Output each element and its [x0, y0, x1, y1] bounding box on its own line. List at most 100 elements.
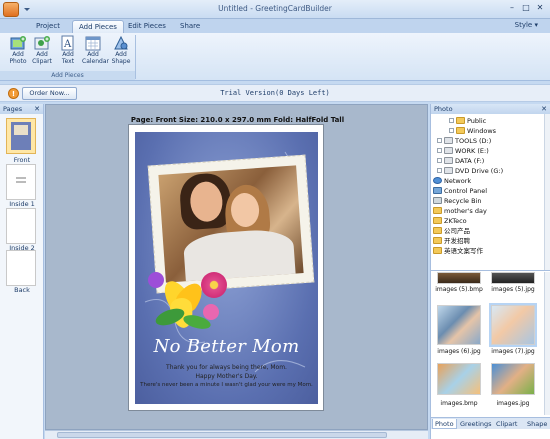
- gallery-thumb[interactable]: [437, 305, 481, 345]
- card-page[interactable]: No Better Mom Thank you for always being…: [128, 124, 324, 411]
- style-menu[interactable]: Style ▾: [515, 21, 538, 29]
- tree-item-label: TOOLS (D:): [455, 137, 492, 145]
- recycle-bin-icon: [433, 197, 442, 204]
- tree-item[interactable]: Network: [433, 177, 471, 186]
- window-title: Untitled - GreetingCardBuilder: [218, 4, 332, 13]
- maximize-button[interactable]: □: [519, 2, 533, 13]
- gallery-label: images.bmp: [440, 400, 478, 407]
- folder-tree[interactable]: Public Windows TOOLS (D:) WORK (E:) DATA…: [431, 114, 550, 271]
- tree-item[interactable]: ZKTeco: [433, 217, 467, 226]
- tree-item-label: 公司产品: [444, 227, 470, 235]
- tree-item[interactable]: 公司产品: [433, 227, 470, 236]
- ribbon-group-separator: [135, 35, 136, 79]
- tab-clipart[interactable]: Clipart: [494, 419, 519, 429]
- pages-panel: Pages ✕ Front Inside 1 Inside 2 Back: [0, 104, 44, 439]
- trial-bar: ! Order Now... Trial Version(0 Days Left…: [0, 84, 550, 102]
- drive-icon: [444, 137, 453, 144]
- tree-item[interactable]: Windows: [449, 127, 496, 136]
- tree-item-label: 开发招聘: [444, 237, 470, 245]
- trial-message: Trial Version(0 Days Left): [220, 89, 330, 97]
- page-thumb-inside-2[interactable]: [6, 208, 36, 244]
- add-text-button[interactable]: A Add Text: [57, 35, 79, 65]
- card-message-line-3[interactable]: There's never been a minute I wasn't gla…: [135, 382, 318, 388]
- tab-greetings[interactable]: Greetings: [458, 419, 494, 429]
- add-clipart-button[interactable]: Add Clipart: [31, 35, 53, 65]
- tree-item[interactable]: WORK (E:): [437, 147, 489, 156]
- tree-item-label: Control Panel: [444, 187, 488, 195]
- network-icon: [433, 177, 442, 184]
- card-title[interactable]: No Better Mom: [135, 336, 318, 357]
- folder-icon: [433, 217, 442, 224]
- tree-item[interactable]: Public: [449, 117, 486, 126]
- flower-bouquet-clipart[interactable]: [143, 262, 243, 342]
- folder-icon: [433, 237, 442, 244]
- add-calendar-icon: [85, 35, 101, 51]
- tree-item[interactable]: DATA (F:): [437, 157, 484, 166]
- add-calendar-label2: Calendar: [82, 57, 109, 65]
- tree-item[interactable]: Control Panel: [433, 187, 487, 196]
- ribbon-tabs: Project Add Pieces Edit Pieces Share Sty…: [0, 19, 550, 33]
- gallery-thumb[interactable]: [489, 303, 537, 347]
- tree-item-label: DVD Drive (G:): [455, 167, 504, 175]
- gallery-thumb[interactable]: [437, 363, 481, 395]
- add-photo-label2: Photo: [9, 57, 27, 65]
- add-photo-icon: [10, 35, 26, 51]
- tree-item-label: DATA (F:): [455, 157, 485, 165]
- page-label-back: Back: [14, 286, 30, 294]
- svg-text:A: A: [63, 39, 72, 50]
- close-icon[interactable]: ✕: [34, 104, 40, 114]
- page-label-front: Front: [13, 156, 31, 164]
- close-icon[interactable]: ✕: [541, 104, 547, 114]
- title-bar: Untitled - GreetingCardBuilder – □ ✕: [0, 0, 550, 19]
- design-canvas[interactable]: Page: Front Size: 210.0 x 297.0 mm Fold:…: [45, 104, 428, 430]
- close-button[interactable]: ✕: [533, 2, 547, 13]
- tree-item[interactable]: 开发招聘: [433, 237, 470, 246]
- tree-item[interactable]: DVD Drive (G:): [437, 167, 503, 176]
- minimize-button[interactable]: –: [505, 2, 519, 13]
- folder-icon: [433, 247, 442, 254]
- add-photo-button[interactable]: Add Photo: [7, 35, 29, 65]
- tree-item-label: 英语文案写作: [444, 247, 483, 255]
- gallery-label: images (6).jpg: [437, 348, 481, 355]
- tree-item[interactable]: TOOLS (D:): [437, 137, 491, 146]
- add-shape-button[interactable]: Add Shape: [110, 35, 132, 65]
- gallery-thumb[interactable]: [491, 363, 535, 395]
- tree-item[interactable]: mother's day: [433, 207, 487, 216]
- gallery-thumb[interactable]: [437, 272, 481, 284]
- tree-item[interactable]: 英语文案写作: [433, 247, 483, 256]
- gallery-label: images.jpg: [496, 400, 530, 407]
- tab-project[interactable]: Project: [30, 20, 66, 33]
- add-clipart-icon: [34, 35, 50, 51]
- photo-panel-title: Photo: [434, 105, 453, 113]
- page-thumb-front[interactable]: [6, 118, 36, 154]
- tab-add-pieces[interactable]: Add Pieces: [72, 20, 124, 33]
- photo-gallery[interactable]: images (5).bmp images (5).jpg images (6)…: [431, 272, 544, 415]
- tree-item-label: Public: [467, 117, 487, 125]
- card-message-line-1[interactable]: Thank you for always being there, Mom.: [135, 364, 318, 371]
- add-text-label2: Text: [61, 57, 75, 65]
- gallery-label: images (7).jpg: [491, 348, 535, 355]
- gallery-thumb[interactable]: [491, 272, 535, 284]
- tree-item-label: Windows: [467, 127, 497, 135]
- add-text-icon: A: [60, 35, 76, 51]
- add-calendar-button[interactable]: Add Calendar: [82, 35, 109, 65]
- folder-icon: [456, 117, 465, 124]
- canvas-horizontal-scrollbar[interactable]: [45, 430, 428, 439]
- gallery-vertical-scrollbar[interactable]: [544, 272, 550, 415]
- tab-edit-pieces[interactable]: Edit Pieces: [122, 20, 172, 33]
- tree-item-label: WORK (E:): [455, 147, 489, 155]
- page-thumb-back[interactable]: [6, 250, 36, 286]
- tree-vertical-scrollbar[interactable]: [544, 114, 550, 270]
- add-shape-icon: [113, 35, 129, 51]
- card-message-line-2[interactable]: Happy Mother's Day.: [135, 373, 318, 380]
- photo-panel-tabs: Photo Greetings Clipart Shape: [431, 417, 550, 429]
- tab-share[interactable]: Share: [174, 20, 206, 33]
- tab-photo[interactable]: Photo: [432, 419, 457, 429]
- style-menu-label[interactable]: Style: [515, 21, 533, 29]
- card-front-design[interactable]: No Better Mom Thank you for always being…: [135, 132, 318, 404]
- scrollbar-thumb[interactable]: [57, 432, 387, 438]
- tab-shape[interactable]: Shape: [525, 419, 549, 429]
- tree-item[interactable]: Recycle Bin: [433, 197, 481, 206]
- page-thumb-inside-1[interactable]: [6, 164, 36, 200]
- ribbon-group-label: Add Pieces: [0, 71, 135, 80]
